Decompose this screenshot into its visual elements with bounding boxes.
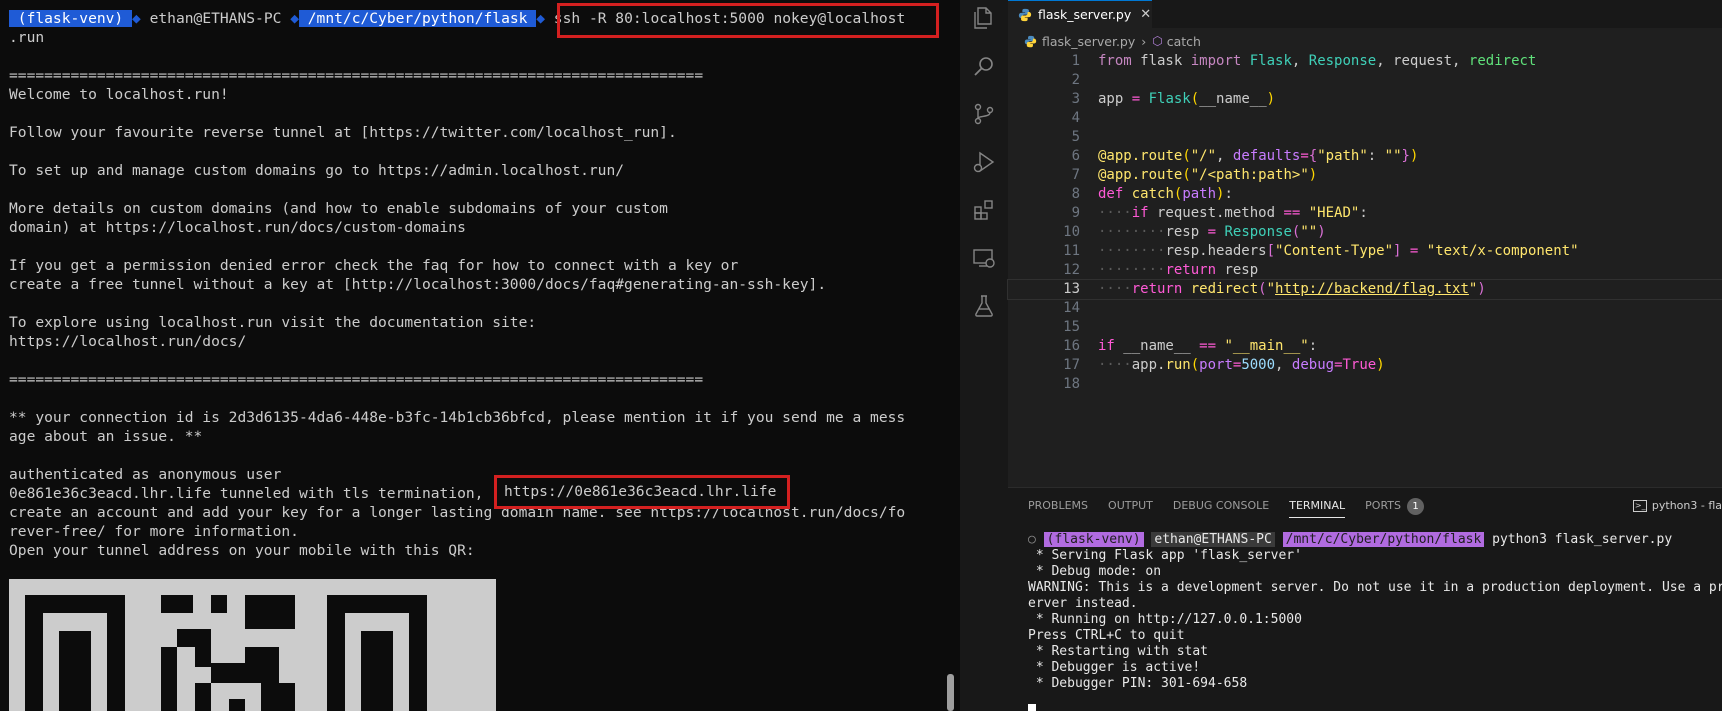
- prompt-separator-icon: ◆: [536, 10, 554, 27]
- vterm-line: * Serving Flask app 'flask_server': [1028, 548, 1302, 563]
- code-line: 4: [1071, 110, 1080, 126]
- terminal-instance-selector[interactable]: >_ python3 - fla: [1632, 488, 1722, 523]
- terminal-output-line: More details on custom domains (and how …: [9, 200, 668, 217]
- prompt-user: ethan@ETHANS-PC: [140, 10, 291, 27]
- terminal-output-line: 0e861e36c3eacd.lhr.life tunneled with tl…: [9, 485, 484, 502]
- vterm-warning-line: WARNING: This is a development server. D…: [1028, 580, 1722, 595]
- breadcrumb-file[interactable]: flask_server.py: [1042, 34, 1135, 49]
- remote-explorer-icon[interactable]: [972, 246, 996, 270]
- vterm-line: * Debug mode: on: [1028, 564, 1162, 579]
- tab-flask-server[interactable]: flask_server.py ✕: [1008, 0, 1152, 28]
- extensions-icon[interactable]: [972, 198, 996, 222]
- code-line: 12 ········return resp: [1063, 262, 1259, 278]
- terminal-cursor: [1028, 704, 1036, 711]
- code-line: 10 ········resp = Response(""): [1063, 224, 1326, 240]
- vterm-prompt-venv: (flask-venv): [1043, 532, 1144, 547]
- bottom-panel: PROBLEMS OUTPUT DEBUG CONSOLE TERMINAL P…: [1008, 487, 1722, 711]
- terminal-output-line: ** your connection id is 2d3d6135-4da6-4…: [9, 409, 906, 426]
- tab-ports[interactable]: PORTS 1: [1365, 488, 1424, 523]
- vterm-command: python3 flask_server.py: [1492, 532, 1673, 547]
- ports-badge: 1: [1407, 497, 1424, 515]
- close-icon[interactable]: ✕: [1140, 7, 1151, 22]
- tab-output[interactable]: OUTPUT: [1108, 488, 1153, 523]
- code-line: 16 if __name__ == "__main__":: [1063, 338, 1318, 354]
- source-control-icon[interactable]: [972, 102, 996, 126]
- tab-ports-label: PORTS: [1365, 499, 1401, 512]
- terminal-output-line: ========================================…: [9, 371, 704, 388]
- terminal-output-line: To set up and manage custom domains go t…: [9, 162, 625, 179]
- terminal-output-line: Welcome to localhost.run!: [9, 86, 229, 103]
- terminal-scrollbar[interactable]: [944, 0, 956, 711]
- terminal-output-line: ========================================…: [9, 67, 704, 84]
- vterm-line: * Restarting with stat: [1028, 644, 1209, 659]
- code-line: 3 app = Flask(__name__): [1071, 91, 1276, 107]
- left-terminal-window[interactable]: (flask-venv) ◆ ethan@ETHANS-PC ◆ /mnt/c/…: [0, 0, 956, 711]
- terminal-icon: >_: [1632, 499, 1647, 512]
- editor-tab-bar: flask_server.py ✕: [1008, 0, 1722, 28]
- code-line: 17 ····app.run(port=5000, debug=True): [1063, 357, 1385, 373]
- vterm-prompt-line: ○ (flask-venv) ethan@ETHANS-PC /mnt/c/Cy…: [1028, 532, 1672, 548]
- vterm-line: * Debugger PIN: 301-694-658: [1028, 676, 1248, 691]
- code-line: 11 ········resp.headers["Content-Type"] =…: [1063, 243, 1579, 259]
- explorer-icon[interactable]: [972, 6, 996, 30]
- vterm-prompt-path: /mnt/c/Cyber/python/flask: [1282, 532, 1485, 547]
- vterm-line: * Debugger is active!: [1028, 660, 1201, 675]
- code-line: 5: [1071, 129, 1080, 145]
- search-icon[interactable]: [972, 54, 996, 78]
- terminal-output-line: authenticated as anonymous user: [9, 466, 282, 483]
- code-editor[interactable]: 1 from flask import Flask, Response, requ…: [1007, 52, 1722, 482]
- vterm-line: * Running on http://127.0.0.1:5000: [1028, 612, 1302, 627]
- python-file-icon: [1024, 35, 1037, 47]
- code-line: 18: [1063, 376, 1080, 392]
- code-line: 1 from flask import Flask, Response, requ…: [1071, 53, 1537, 69]
- command-highlight-box: [557, 3, 939, 38]
- testing-icon[interactable]: [972, 294, 996, 318]
- prompt-path: /mnt/c/Cyber/python/flask: [298, 10, 537, 27]
- vterm-prompt-user: ethan@ETHANS-PC: [1151, 532, 1275, 547]
- panel-tabs: PROBLEMS OUTPUT DEBUG CONSOLE TERMINAL P…: [1008, 488, 1722, 523]
- code-line: 15: [1063, 319, 1080, 335]
- tab-terminal[interactable]: TERMINAL: [1289, 488, 1345, 523]
- vscode-window: flask_server.py ✕ flask_server.py › ⬡ ca…: [960, 0, 1722, 711]
- qr-code: [9, 579, 496, 711]
- tab-label: flask_server.py: [1038, 7, 1132, 22]
- scrollbar-thumb[interactable]: [947, 674, 954, 711]
- integrated-terminal[interactable]: ○ (flask-venv) ethan@ETHANS-PC /mnt/c/Cy…: [1008, 532, 1722, 711]
- tab-problems[interactable]: PROBLEMS: [1028, 488, 1088, 523]
- terminal-output-line: .run: [9, 29, 45, 46]
- terminal-output-line: domain) at https://localhost.run/docs/cu…: [9, 219, 466, 236]
- code-line-active: 13 ····return redirect("http://backend/fl…: [1007, 279, 1722, 300]
- vterm-warning-line: erver instead.: [1028, 596, 1138, 611]
- terminal-output-line: Open your tunnel address on your mobile …: [9, 542, 475, 559]
- prompt-separator-icon: ◆: [132, 10, 141, 27]
- prompt-venv: (flask-venv): [9, 10, 133, 27]
- terminal-output-line: Follow your favourite reverse tunnel at …: [9, 124, 677, 141]
- tunnel-url-highlight-box: https://0e861e36c3eacd.lhr.life: [494, 475, 790, 509]
- terminal-output-line: create a free tunnel without a key at [h…: [9, 276, 827, 293]
- terminal-output-line: To explore using localhost.run visit the…: [9, 314, 537, 331]
- code-line: 8 def catch(path):: [1071, 186, 1233, 202]
- vterm-line: Press CTRL+C to quit: [1028, 628, 1185, 643]
- chevron-right-icon: ›: [1141, 33, 1147, 49]
- terminal-output-line: age about an issue. **: [9, 428, 203, 445]
- terminal-output-line: rever-free/ for more information.: [9, 523, 299, 540]
- prompt-separator-icon: ◆: [290, 10, 299, 27]
- run-debug-icon[interactable]: [972, 150, 996, 174]
- code-line: 7 @app.route("/<path:path>"): [1071, 167, 1318, 183]
- code-line: 2: [1071, 72, 1080, 88]
- tab-debug-console[interactable]: DEBUG CONSOLE: [1173, 488, 1269, 523]
- tunnel-url: https://0e861e36c3eacd.lhr.life: [504, 483, 777, 500]
- terminal-output-line: If you get a permission denied error che…: [9, 257, 739, 274]
- code-line: 14: [1063, 300, 1080, 316]
- code-line: 6 @app.route("/", defaults={"path": ""}): [1071, 148, 1419, 164]
- activity-bar: [960, 0, 1008, 711]
- code-line: 9 ····if request.method == "HEAD":: [1071, 205, 1368, 221]
- terminal-instance-name: python3 - fla: [1651, 499, 1722, 512]
- python-file-icon: [1018, 8, 1032, 21]
- method-cube-icon: ⬡: [1152, 34, 1163, 48]
- prompt-status-dot-icon: ○: [1028, 532, 1044, 547]
- breadcrumb-symbol[interactable]: catch: [1167, 34, 1201, 49]
- breadcrumb: flask_server.py › ⬡ catch: [1024, 31, 1201, 51]
- terminal-output-line: https://localhost.run/docs/: [9, 333, 247, 350]
